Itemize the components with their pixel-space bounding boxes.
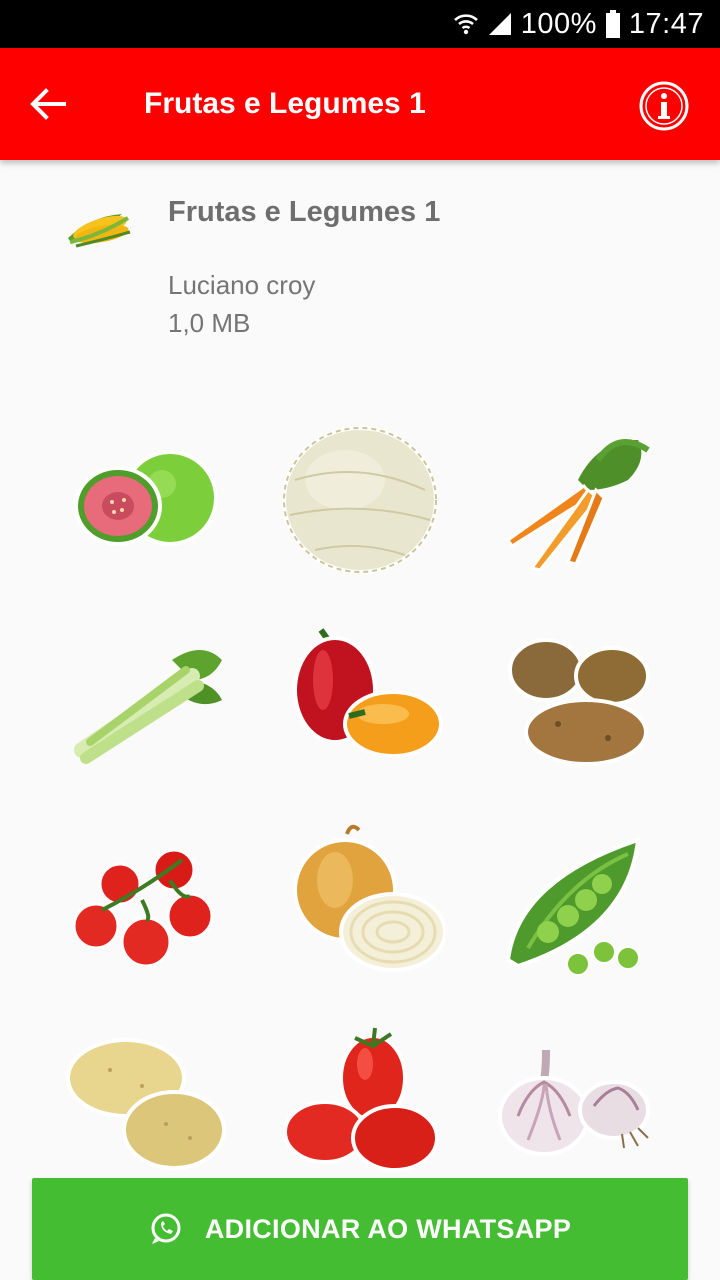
status-bar: 100% 17:47 (0, 0, 720, 48)
guava-sticker[interactable] (40, 400, 253, 600)
whatsapp-icon (151, 1213, 181, 1244)
potato-sticker[interactable] (466, 600, 679, 800)
yellow-potato-sticker[interactable] (40, 1000, 253, 1200)
battery-percent: 100% (520, 7, 597, 40)
signal-icon (488, 13, 511, 35)
sticker-grid (40, 400, 680, 1200)
peas-sticker[interactable] (466, 800, 679, 1000)
clock: 17:47 (628, 7, 704, 40)
arrow-left-icon (30, 88, 66, 120)
plum-tomato-sticker[interactable] (253, 1000, 466, 1200)
melon-sticker[interactable] (253, 400, 466, 600)
garlic-sticker[interactable] (466, 1000, 679, 1200)
onion-sticker[interactable] (253, 800, 466, 1000)
pack-size: 1,0 MB (168, 308, 251, 338)
celery-sticker[interactable] (40, 600, 253, 800)
toolbar-title: Frutas e Legumes 1 (144, 87, 426, 120)
wifi-icon (453, 14, 478, 35)
back-button[interactable] (24, 80, 72, 128)
info-button[interactable] (638, 80, 690, 132)
pack-tray-icon (62, 196, 138, 256)
info-icon (639, 81, 689, 131)
add-to-whatsapp-button[interactable]: ADICIONAR AO WHATSAPP (32, 1178, 688, 1280)
corn-icon (68, 214, 131, 248)
tomato-vine-sticker[interactable] (40, 800, 253, 1000)
carrot-sticker[interactable] (466, 400, 679, 600)
pack-name: Frutas e Legumes 1 (168, 196, 441, 228)
battery-icon (605, 10, 620, 38)
bell-pepper-sticker[interactable] (253, 600, 466, 800)
pack-author: Luciano croy (168, 270, 316, 300)
app-toolbar: Frutas e Legumes 1 (0, 48, 720, 160)
add-to-whatsapp-label: ADICIONAR AO WHATSAPP (204, 1213, 572, 1244)
